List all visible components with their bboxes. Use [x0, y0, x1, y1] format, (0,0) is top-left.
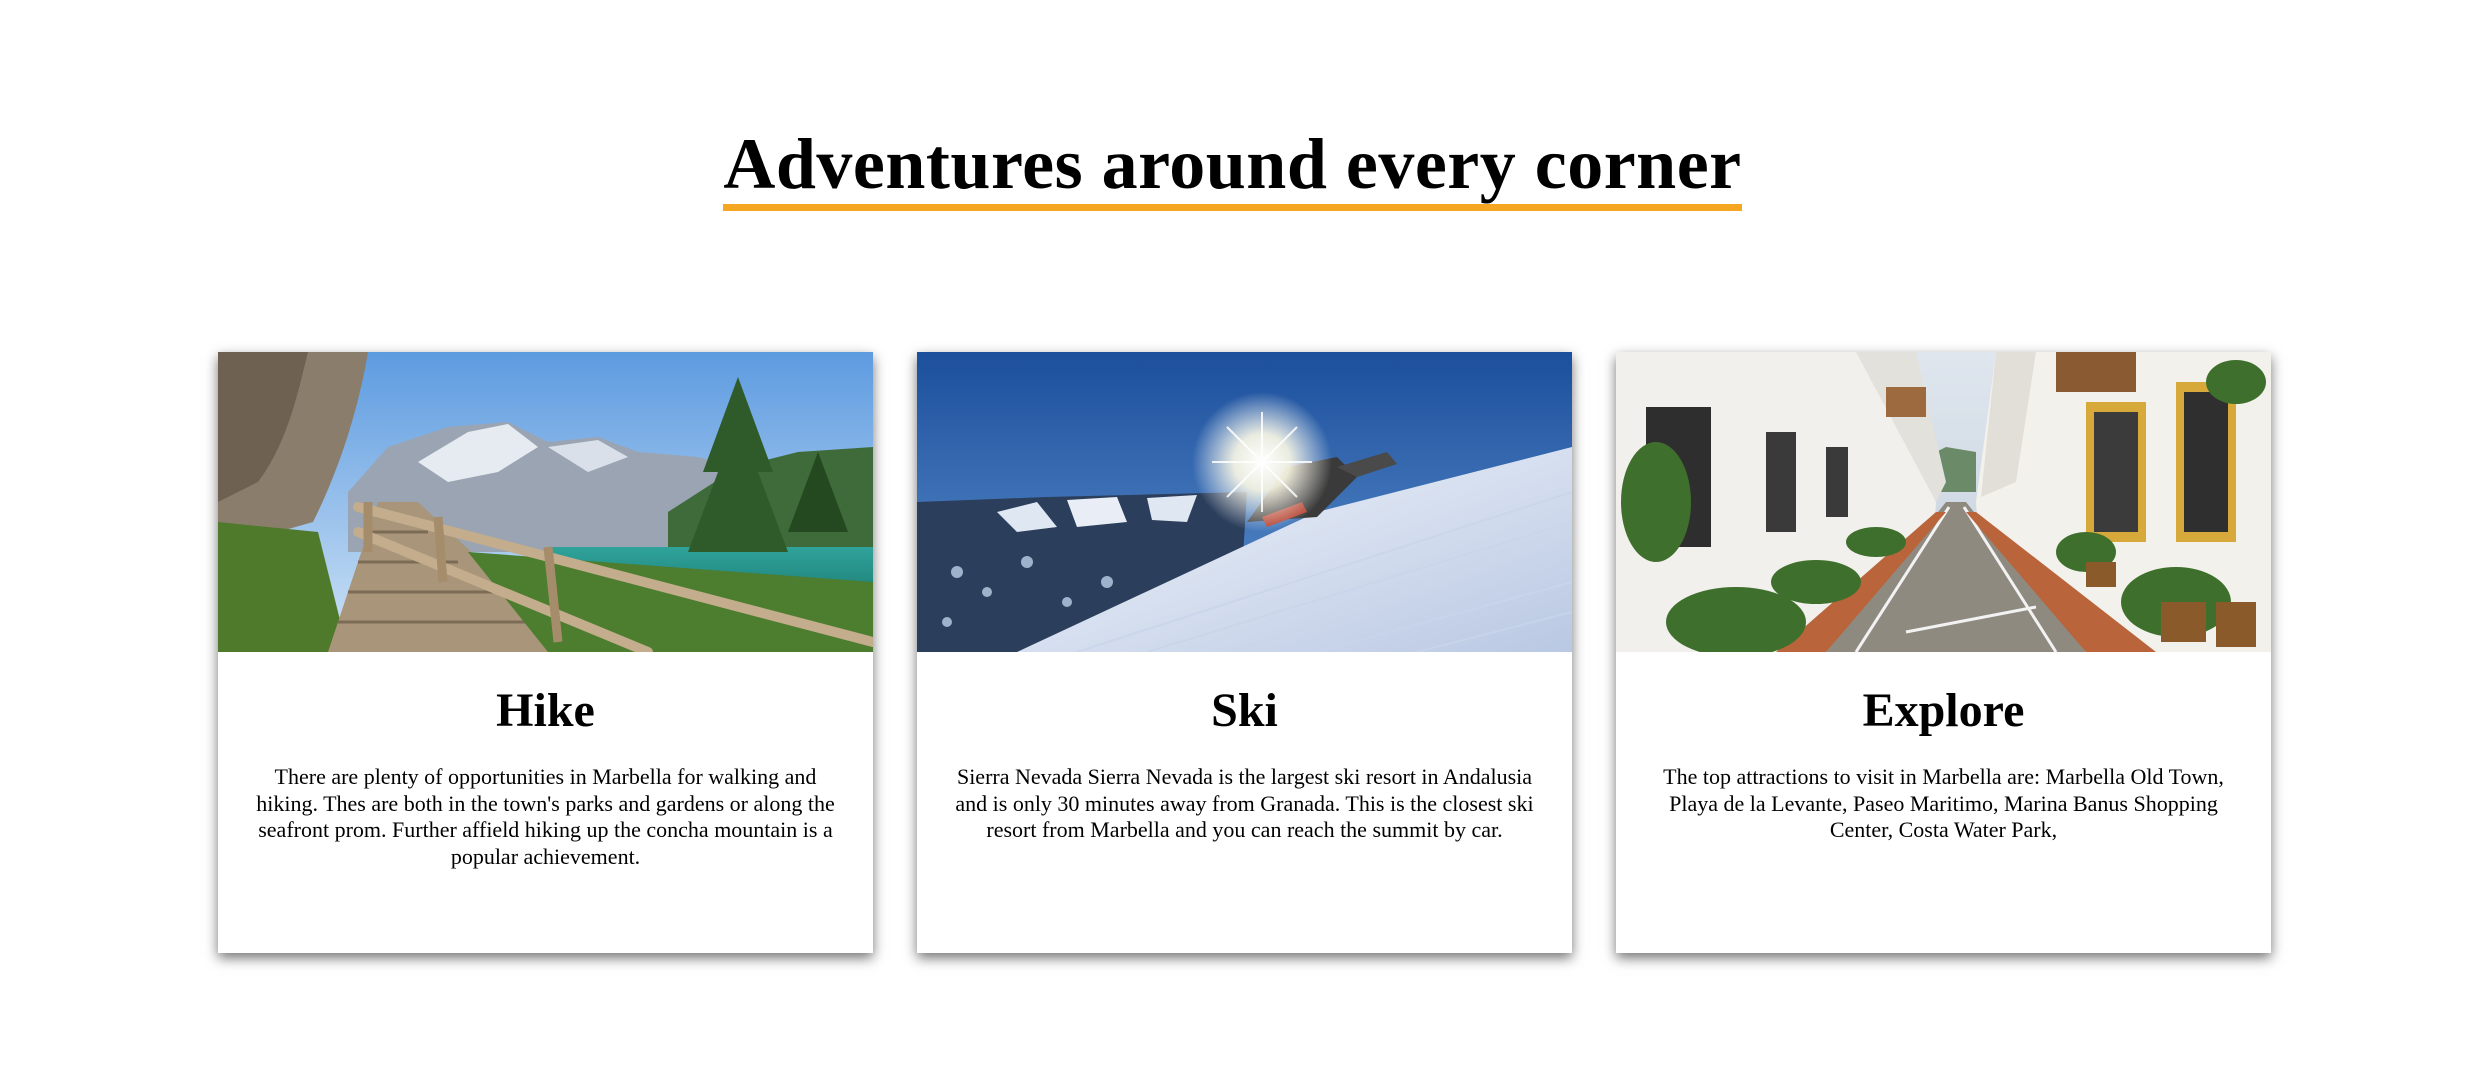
card-explore: Explore The top attractions to visit in …	[1616, 352, 2271, 953]
heading-container: Adventures around every corner	[0, 128, 2465, 211]
ski-photo	[917, 352, 1572, 652]
card-title-ski: Ski	[1211, 684, 1278, 737]
card-list: Hike There are plenty of opportunities i…	[218, 352, 2271, 953]
page: Adventures around every corner Hike Ther…	[0, 0, 2465, 1083]
hike-photo	[218, 352, 873, 652]
hike-image	[218, 352, 873, 652]
card-text-hike: There are plenty of opportunities in Mar…	[256, 763, 835, 870]
card-title-hike: Hike	[496, 684, 595, 737]
card-text-explore: The top attractions to visit in Marbella…	[1663, 763, 2224, 843]
page-heading: Adventures around every corner	[723, 128, 1742, 211]
explore-image	[1616, 352, 2271, 652]
explore-photo	[1616, 352, 2271, 652]
card-title-explore: Explore	[1862, 684, 2025, 737]
card-text-ski: Sierra Nevada Sierra Nevada is the large…	[955, 763, 1534, 843]
card-hike: Hike There are plenty of opportunities i…	[218, 352, 873, 953]
ski-image	[917, 352, 1572, 652]
card-ski: Ski Sierra Nevada Sierra Nevada is the l…	[917, 352, 1572, 953]
